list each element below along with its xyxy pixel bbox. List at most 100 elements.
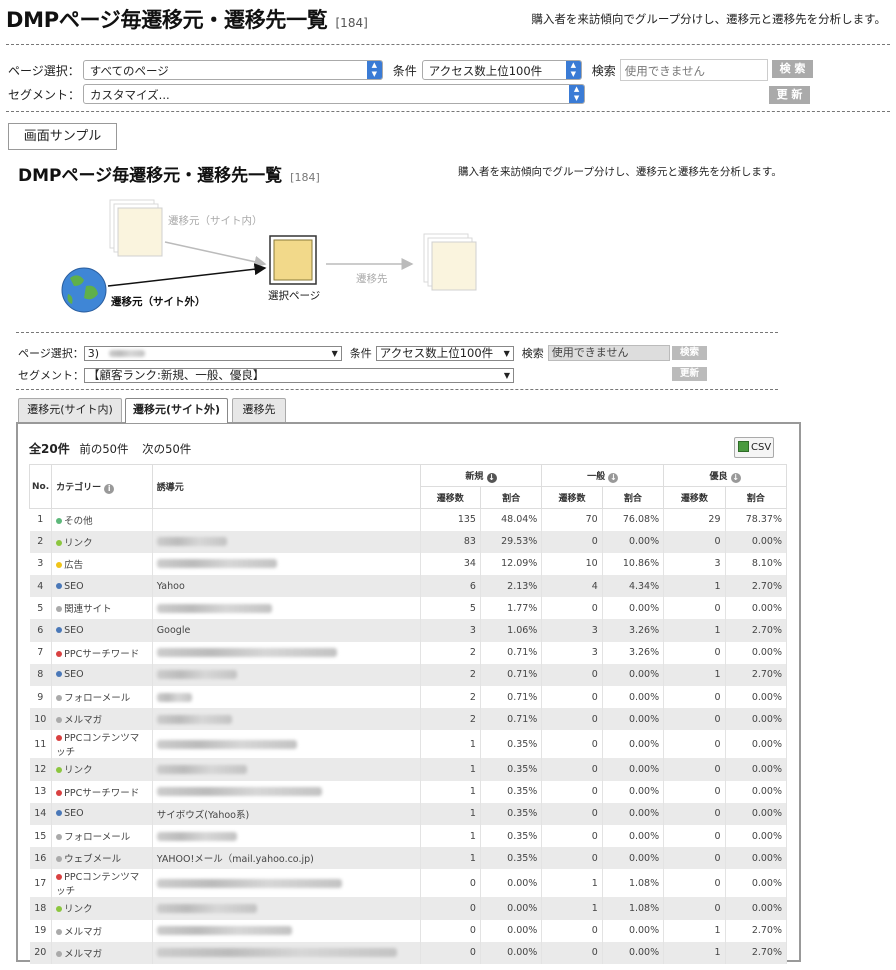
row-number: 10: [29, 708, 53, 731]
row-referrer[interactable]: Google: [152, 619, 421, 642]
search-button[interactable]: 検 索: [772, 60, 813, 78]
row-referrer[interactable]: [152, 869, 421, 898]
spreadsheet-icon: [738, 441, 749, 452]
row-referrer[interactable]: [152, 552, 421, 576]
col-group-general-label: 一般: [587, 471, 606, 482]
col-category-label: カテゴリー: [56, 482, 102, 493]
row-referrer[interactable]: [152, 641, 421, 664]
sample-screen-button[interactable]: 画面サンプル: [8, 123, 117, 150]
sample-page-label: ページ選択：: [18, 347, 84, 360]
row-referrer[interactable]: [152, 758, 421, 781]
tab-destination[interactable]: 遷移先: [232, 398, 286, 422]
tab-source-external[interactable]: 遷移元(サイト外): [125, 398, 228, 423]
sample-page-select[interactable]: 3) ▼: [83, 345, 342, 361]
table-row: 14 SEO サイボウズ(Yahoo系) 1 0.35% 0 0.00% 0 0.00%: [29, 802, 788, 825]
filter-row-2: セグメント： カスタマイズ... ▲ ▼: [8, 84, 586, 104]
row-referrer[interactable]: [152, 530, 421, 553]
row-premium-ratio: 2.70%: [725, 619, 788, 642]
condition-label: 条件: [392, 63, 417, 78]
sample-search-button[interactable]: 検索: [672, 346, 707, 360]
csv-download-button[interactable]: CSV: [734, 437, 774, 458]
category-label: PPCサーチワード: [64, 648, 140, 660]
col-group-general: 一般 ↓: [541, 464, 665, 487]
row-referrer[interactable]: [152, 919, 421, 942]
sort-icon[interactable]: ↓: [730, 472, 741, 483]
tab-source-internal[interactable]: 遷移元(サイト内): [18, 398, 122, 422]
category-dot-icon: [56, 810, 63, 817]
row-premium-visits: 0: [663, 802, 726, 825]
blurred-referrer: [156, 692, 192, 702]
row-category: リンク: [51, 758, 153, 781]
row-general-ratio: 0.00%: [602, 847, 665, 870]
row-referrer[interactable]: [152, 597, 421, 620]
row-general-ratio: 0.00%: [602, 730, 665, 759]
row-category: メルマガ: [51, 919, 153, 942]
sample-search-input[interactable]: 使用できません: [547, 345, 670, 361]
row-new-visits: 0: [420, 941, 481, 964]
sample-update-button[interactable]: 更新: [672, 367, 707, 381]
row-referrer[interactable]: [152, 730, 421, 759]
info-icon[interactable]: i: [104, 483, 115, 494]
row-referrer[interactable]: [152, 708, 421, 731]
row-referrer[interactable]: [152, 780, 421, 803]
category-label: 関連サイト: [64, 604, 112, 616]
segment-select[interactable]: カスタマイズ... ▲ ▼: [83, 84, 586, 104]
row-category: フォローメール: [51, 824, 153, 848]
row-premium-visits: 0: [663, 730, 726, 759]
table-row: 2 リンク 83 29.53% 0 0.00% 0 0.00%: [29, 530, 788, 553]
sample-segment-value: 【顧客ランク:新規、一般、優良】: [88, 367, 265, 382]
row-referrer[interactable]: Yahoo: [152, 575, 421, 598]
row-new-visits: 1: [420, 847, 481, 870]
category-label: リンク: [64, 904, 93, 916]
blurred-referrer: [156, 948, 397, 958]
row-new-ratio: 0.71%: [480, 641, 543, 664]
row-premium-ratio: 78.37%: [725, 508, 788, 531]
next-page-link[interactable]: 次の50件: [142, 442, 191, 456]
select-arrows-icon: ▲ ▼: [366, 61, 382, 79]
row-new-visits: 2: [420, 708, 481, 731]
internal-pages-icon: [109, 199, 163, 257]
row-category: PPCサーチワード: [51, 641, 153, 664]
table-row: 13 PPCサーチワード 1 0.35% 0 0.00% 0 0.00%: [29, 780, 788, 803]
row-general-visits: 0: [541, 758, 603, 781]
row-number: 6: [29, 619, 53, 642]
row-new-ratio: 0.71%: [480, 686, 543, 709]
row-referrer[interactable]: [152, 508, 421, 531]
row-new-visits: 6: [420, 575, 481, 598]
row-referrer[interactable]: [152, 686, 421, 709]
table-row: 19 メルマガ 0 0.00% 0 0.00% 1 2.70%: [29, 919, 788, 942]
search-input[interactable]: 使用できません: [619, 59, 768, 81]
row-general-visits: 0: [541, 686, 603, 709]
sample-condition-value: アクセス数上位100件: [379, 345, 494, 360]
category-dot-icon: [56, 695, 63, 702]
row-referrer[interactable]: [152, 663, 421, 686]
blurred-referrer: [156, 559, 277, 569]
category-label: フォローメール: [64, 832, 131, 844]
sort-desc-icon[interactable]: ↓: [486, 472, 497, 483]
col-group-premium: 優良 ↓: [663, 464, 787, 487]
blurred-referrer: [156, 739, 297, 749]
row-referrer[interactable]: YAHOO!メール（mail.yahoo.co.jp): [152, 847, 421, 870]
row-premium-visits: 29: [663, 508, 726, 531]
row-premium-visits: 0: [663, 897, 726, 920]
row-new-visits: 2: [420, 641, 481, 664]
prev-page-link[interactable]: 前の50件: [79, 442, 128, 456]
row-general-ratio: 0.00%: [602, 941, 665, 964]
sample-segment-select[interactable]: 【顧客ランク:新規、一般、優良】 ▼: [84, 367, 514, 383]
category-label: PPCコンテンツマッチ: [56, 733, 140, 759]
row-referrer[interactable]: [152, 941, 421, 964]
sample-condition-select[interactable]: アクセス数上位100件 ▼: [375, 345, 514, 361]
sort-icon[interactable]: ↓: [608, 472, 619, 483]
row-premium-visits: 1: [663, 919, 726, 942]
row-category: SEO: [51, 575, 153, 598]
row-referrer[interactable]: [152, 897, 421, 920]
row-general-visits: 1: [541, 869, 603, 898]
row-premium-ratio: 2.70%: [725, 575, 788, 598]
row-referrer[interactable]: サイボウズ(Yahoo系): [152, 802, 421, 825]
row-referrer[interactable]: [152, 824, 421, 848]
blurred-referrer: [156, 537, 227, 547]
condition-select[interactable]: アクセス数上位100件 ▲ ▼: [421, 60, 582, 80]
row-number: 18: [29, 897, 53, 920]
update-button[interactable]: 更 新: [769, 86, 810, 104]
page-select[interactable]: すべてのページ ▲ ▼: [82, 60, 383, 80]
